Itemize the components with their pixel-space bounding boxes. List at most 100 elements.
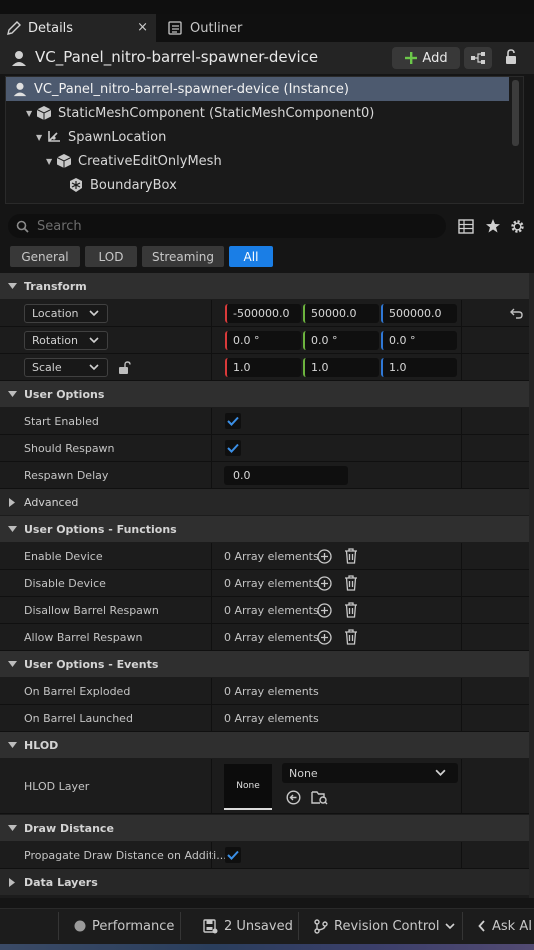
- property-hlod-layer: HLOD Layer None None: [0, 759, 529, 814]
- add-element-icon[interactable]: [317, 630, 332, 645]
- property-label: Disable Device: [24, 576, 106, 590]
- performance-dot-icon: [74, 920, 86, 932]
- category-title: Advanced: [24, 495, 79, 509]
- collapse-arrow-icon[interactable]: [0, 661, 24, 667]
- tree-scrollbar[interactable]: [512, 80, 519, 146]
- collapse-arrow-icon[interactable]: [0, 391, 24, 397]
- category-user-options[interactable]: User Options: [0, 381, 529, 407]
- expand-arrow-icon[interactable]: ▼: [46, 157, 56, 166]
- add-element-icon[interactable]: [317, 549, 332, 564]
- category-hlod[interactable]: HLOD: [0, 732, 529, 758]
- rotation-y-field[interactable]: 0.0 °: [303, 331, 379, 350]
- location-z-field[interactable]: 500000.0: [381, 304, 457, 323]
- performance-button[interactable]: Performance: [74, 908, 174, 944]
- expand-arrow-icon[interactable]: [0, 877, 24, 887]
- expand-arrow-icon[interactable]: [0, 497, 24, 507]
- category-user-options-functions[interactable]: User Options - Functions: [0, 516, 529, 542]
- gear-icon[interactable]: [509, 218, 526, 235]
- tree-item-spawn-location[interactable]: ▼ SpawnLocation: [6, 125, 509, 149]
- unsaved-button[interactable]: 2 Unsaved: [203, 908, 293, 944]
- location-mode-dropdown[interactable]: Location: [24, 304, 108, 323]
- trash-icon[interactable]: [344, 629, 358, 645]
- tab-outliner-label: Outliner: [190, 20, 243, 36]
- category-data-layers[interactable]: Data Layers: [0, 869, 529, 895]
- static-mesh-cube-icon: [36, 105, 52, 121]
- search-placeholder: Search: [37, 218, 82, 234]
- tree-item-label: CreativeEditOnlyMesh: [78, 153, 222, 169]
- close-icon[interactable]: ×: [137, 20, 148, 35]
- start-enabled-checkbox[interactable]: [225, 413, 241, 429]
- category-user-options-events[interactable]: User Options - Events: [0, 651, 529, 677]
- tree-item-label: VC_Panel_nitro-barrel-spawner-device (In…: [34, 81, 349, 97]
- property-on-barrel-exploded: On Barrel Exploded 0 Array elements: [0, 678, 529, 705]
- chevron-left-icon: [478, 920, 486, 932]
- tree-item-creative-edit-mesh[interactable]: ▼ CreativeEditOnlyMesh: [6, 149, 509, 173]
- browse-folder-icon[interactable]: [311, 789, 328, 805]
- should-respawn-checkbox[interactable]: [225, 440, 241, 456]
- category-advanced[interactable]: Advanced: [0, 489, 529, 515]
- category-draw-distance[interactable]: Draw Distance: [0, 815, 529, 841]
- filter-tab-general[interactable]: General: [10, 246, 80, 267]
- collapse-arrow-icon[interactable]: [0, 526, 24, 532]
- hlod-asset-thumbnail[interactable]: None: [224, 764, 272, 810]
- scale-mode-dropdown[interactable]: Scale: [24, 358, 108, 377]
- lock-icon[interactable]: [503, 49, 519, 65]
- property-respawn-delay: Respawn Delay 0.0: [0, 462, 529, 489]
- unlock-icon[interactable]: [118, 361, 131, 375]
- revision-control-button[interactable]: Revision Control: [314, 908, 456, 944]
- collapse-arrow-icon[interactable]: [0, 825, 24, 831]
- expand-arrow-icon[interactable]: ▼: [36, 133, 46, 142]
- trash-icon[interactable]: [344, 602, 358, 618]
- property-label: Should Respawn: [24, 441, 115, 455]
- filter-tab-streaming[interactable]: Streaming: [142, 246, 224, 267]
- tab-outliner[interactable]: Outliner: [160, 14, 290, 42]
- actor-name[interactable]: VC_Panel_nitro-barrel-spawner-device: [35, 48, 318, 66]
- scale-y-field[interactable]: 1.0: [303, 358, 379, 377]
- expand-arrow-icon[interactable]: ▼: [26, 109, 36, 118]
- hlod-layer-dropdown[interactable]: None: [282, 763, 458, 783]
- property-label: Propagate Draw Distance on Additi...: [24, 848, 227, 862]
- search-icon: [16, 220, 29, 233]
- trash-icon[interactable]: [344, 548, 358, 564]
- rotation-z-field[interactable]: 0.0 °: [381, 331, 457, 350]
- scale-z-field[interactable]: 1.0: [381, 358, 457, 377]
- blueprint-button[interactable]: [464, 47, 492, 69]
- filter-tab-lod[interactable]: LOD: [85, 246, 137, 267]
- tree-item-root[interactable]: VC_Panel_nitro-barrel-spawner-device (In…: [6, 77, 509, 101]
- propagate-draw-distance-checkbox[interactable]: [225, 847, 241, 863]
- tree-item-static-mesh[interactable]: ▼ StaticMeshComponent (StaticMeshCompone…: [6, 101, 509, 125]
- add-element-icon[interactable]: [317, 576, 332, 591]
- tab-details[interactable]: Details ×: [0, 14, 156, 42]
- collapse-arrow-icon[interactable]: [0, 742, 24, 748]
- property-label: Disallow Barrel Respawn: [24, 603, 159, 617]
- rotation-x-field[interactable]: 0.0 °: [225, 331, 301, 350]
- details-pencil-icon: [6, 20, 22, 36]
- location-x-field[interactable]: -500000.0: [225, 304, 301, 323]
- use-selected-arrow-icon[interactable]: [286, 790, 301, 805]
- rotation-mode-dropdown[interactable]: Rotation: [24, 331, 108, 350]
- tree-item-boundary-box[interactable]: BoundaryBox: [6, 173, 509, 197]
- reset-arrow-icon[interactable]: [510, 307, 523, 319]
- add-element-icon[interactable]: [317, 603, 332, 618]
- filter-tab-all[interactable]: All: [229, 246, 273, 267]
- property-propagate-draw-distance: Propagate Draw Distance on Additi...: [0, 842, 529, 869]
- add-button-label: Add: [422, 50, 448, 66]
- blueprint-graph-icon: [470, 51, 486, 65]
- category-title: Transform: [24, 279, 87, 293]
- location-y-field[interactable]: 50000.0: [303, 304, 379, 323]
- star-icon[interactable]: [485, 218, 501, 234]
- trash-icon[interactable]: [344, 575, 358, 591]
- respawn-delay-input[interactable]: 0.0: [224, 466, 348, 485]
- outliner-icon: [168, 21, 182, 35]
- add-component-button[interactable]: Add: [392, 47, 460, 69]
- scale-x-field[interactable]: 1.0: [225, 358, 301, 377]
- taskbar-strip: [0, 944, 534, 950]
- table-view-icon[interactable]: [458, 219, 474, 234]
- collapse-arrow-icon[interactable]: [0, 283, 24, 289]
- search-input[interactable]: Search: [8, 214, 446, 238]
- category-transform[interactable]: Transform: [0, 273, 529, 299]
- property-label: Enable Device: [24, 549, 103, 563]
- unsaved-label: 2 Unsaved: [224, 918, 293, 934]
- property-grid-scrollbar[interactable]: [529, 273, 534, 898]
- ask-ai-button[interactable]: Ask AI: [478, 908, 532, 944]
